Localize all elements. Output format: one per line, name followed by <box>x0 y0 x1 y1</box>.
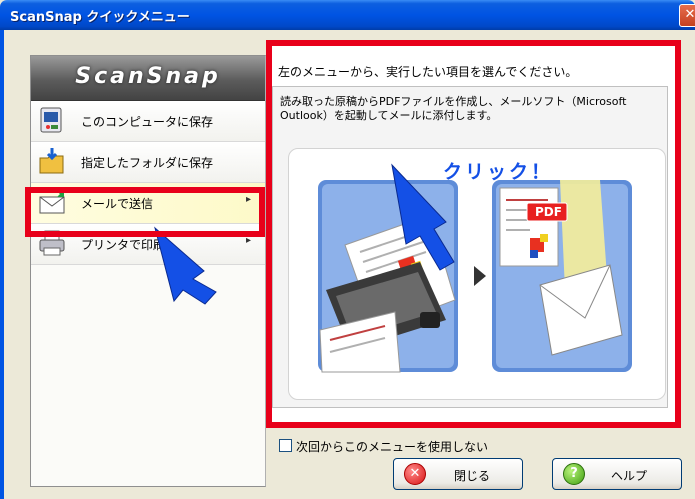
close-button-label: 閉じる <box>454 469 491 483</box>
pointer-arrow-icon <box>154 226 217 305</box>
flow-arrow-icon <box>474 266 486 286</box>
help-button-label: ヘルプ <box>611 469 648 483</box>
mail-illustration <box>492 180 632 372</box>
pdf-label: PDF <box>535 205 562 219</box>
dont-show-label: 次回からこのメニューを使用しない <box>296 440 489 454</box>
help-icon: ? <box>563 463 585 485</box>
close-button[interactable]: ✕ 閉じる <box>393 458 523 490</box>
illustration-graphic <box>154 163 632 373</box>
dont-show-checkbox[interactable] <box>279 439 292 452</box>
scanner-illustration <box>318 180 458 373</box>
click-label: クリック！ <box>443 161 554 183</box>
help-button[interactable]: ? ヘルプ <box>552 458 682 490</box>
close-icon: ✕ <box>404 463 426 485</box>
